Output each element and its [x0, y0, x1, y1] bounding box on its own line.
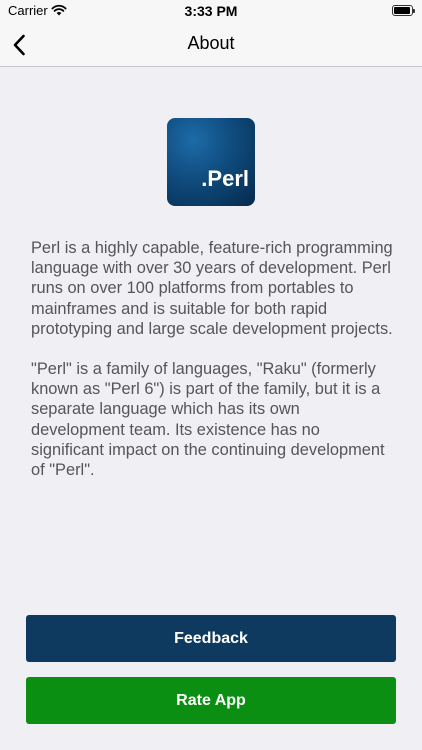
navigation-bar: About: [0, 22, 422, 67]
logo-text: .Perl: [201, 166, 249, 191]
feedback-button[interactable]: Feedback: [26, 615, 396, 662]
status-bar: Carrier 3:33 PM: [0, 0, 422, 22]
about-paragraph-1: Perl is a highly capable, feature-rich p…: [31, 239, 393, 338]
rate-app-button[interactable]: Rate App: [26, 677, 396, 724]
page-title: About: [187, 33, 235, 53]
battery-icon: [392, 5, 415, 16]
about-paragraph-2: "Perl" is a family of languages, "Raku" …: [31, 360, 385, 480]
about-description: Perl is a highly capable, feature-rich p…: [31, 238, 396, 500]
status-time: 3:33 PM: [184, 3, 238, 19]
perl-logo: .Perl: [167, 118, 255, 206]
